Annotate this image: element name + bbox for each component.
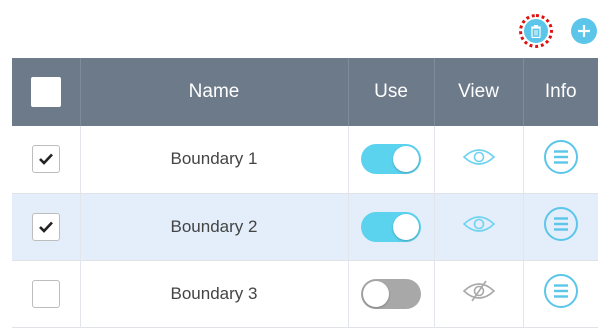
row-name: Boundary 2	[79, 193, 348, 260]
toggle-knob	[393, 213, 419, 240]
row-info-cell	[522, 126, 598, 193]
row-select-cell	[12, 193, 80, 260]
info-button[interactable]	[543, 139, 579, 180]
list-icon	[543, 207, 578, 241]
eye-off-icon[interactable]	[462, 280, 496, 302]
trash-icon	[531, 24, 541, 38]
toggle-knob	[393, 146, 419, 173]
table-row[interactable]: Boundary 1	[12, 126, 598, 193]
list-icon	[543, 274, 578, 308]
use-toggle[interactable]	[361, 211, 421, 242]
row-checkbox[interactable]	[31, 279, 60, 308]
add-button[interactable]	[571, 18, 597, 44]
select-all-checkbox[interactable]	[30, 77, 61, 107]
boundary-table: Name Use View Info Boundary 1 Boundary 2B…	[12, 58, 598, 328]
toolbar	[519, 14, 598, 48]
delete-button[interactable]	[519, 14, 553, 48]
eye-icon[interactable]	[462, 147, 496, 167]
row-use-cell	[347, 126, 434, 193]
column-header-info[interactable]: Info	[522, 58, 598, 126]
table-row[interactable]: Boundary 2	[12, 193, 598, 260]
column-header-view[interactable]: View	[433, 58, 523, 126]
info-button[interactable]	[543, 273, 579, 314]
table-row[interactable]: Boundary 3	[12, 260, 598, 327]
row-use-cell	[347, 193, 434, 260]
check-icon	[38, 153, 53, 166]
row-select-cell	[12, 260, 80, 327]
row-checkbox[interactable]	[31, 212, 60, 241]
toggle-knob	[363, 280, 389, 307]
row-select-cell	[12, 126, 80, 193]
column-header-name[interactable]: Name	[79, 58, 348, 126]
info-button[interactable]	[543, 206, 579, 247]
use-toggle[interactable]	[361, 278, 421, 309]
row-info-cell	[522, 193, 598, 260]
row-use-cell	[347, 260, 434, 327]
select-all-cell	[12, 58, 80, 126]
table-header-row: Name Use View Info	[12, 58, 598, 126]
row-view-cell	[433, 126, 523, 193]
plus-icon	[578, 25, 590, 37]
row-name: Boundary 3	[79, 260, 348, 327]
row-view-cell	[433, 193, 523, 260]
row-view-cell	[433, 260, 523, 327]
row-info-cell	[522, 260, 598, 327]
list-icon	[543, 139, 578, 174]
row-checkbox[interactable]	[31, 145, 60, 174]
use-toggle[interactable]	[361, 144, 421, 175]
check-icon	[38, 221, 53, 233]
row-name: Boundary 1	[79, 126, 348, 193]
eye-icon[interactable]	[462, 214, 496, 234]
column-header-use[interactable]: Use	[347, 58, 434, 126]
